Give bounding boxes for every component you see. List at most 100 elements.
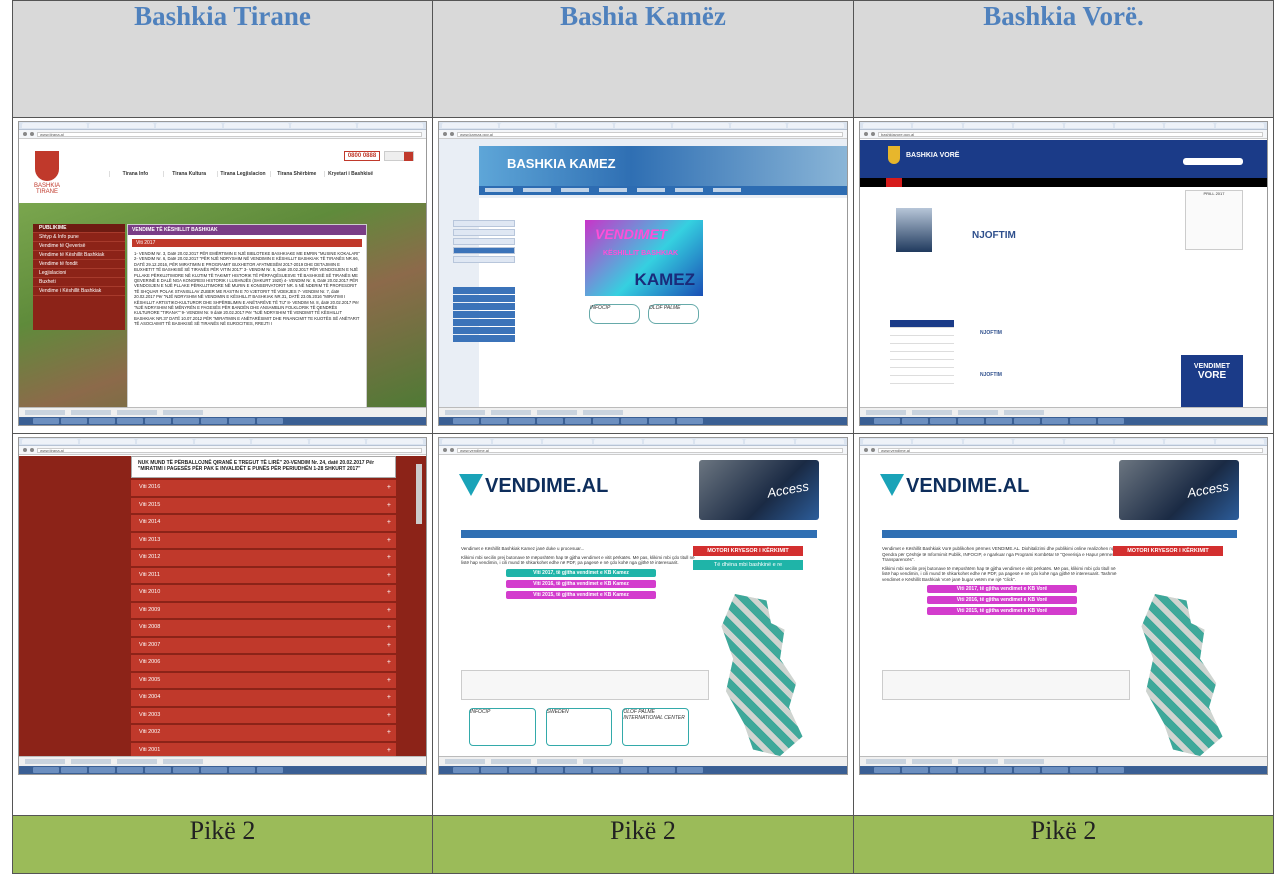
year-row[interactable]: Viti 2010 [131,585,396,603]
downloads-bar [439,407,847,417]
screenshot-vore-vendime: www.vendime.al VENDIME.AL Access Vendime… [859,437,1268,775]
info-note [882,670,1130,700]
cell-vore-vendime: www.vendime.al VENDIME.AL Access Vendime… [853,433,1274,816]
year-row[interactable]: Viti 2014 [131,515,396,533]
site-nav [479,186,847,195]
cell-kamez-vendime: www.vendime.al VENDIME.AL Access Vendime… [432,433,854,816]
year-button[interactable]: Viti 2015, të gjitha vendimet e KB Kamez [506,590,656,599]
downloads-bar [19,407,426,417]
intro-text: Vendimet e Këshillit Bashkiak Kamez janë… [461,546,701,602]
browser-tabs [19,122,426,130]
header-kamez: Bashia Kamëz [560,1,726,32]
address-bar: www.tirana.al [19,130,426,139]
albania-map [721,594,803,756]
cell-kamez-top: www.kamza.gov.al BASHKIA KAMEZ VENDIMET … [432,117,854,434]
olof-palme-logo: OLOF PALME INTERNATIONAL CENTER [622,708,690,746]
site-nav [882,530,1237,538]
search-box [384,151,414,161]
year-row[interactable]: Viti 2015 [131,497,396,515]
site-header: BASHKIA TIRANE 0800 0888 Tirana Info Tir… [19,139,426,202]
vore-emblem-icon [888,146,900,164]
address-bar: bashkiavore.gov.al [860,130,1267,139]
year-button[interactable]: Viti 2017, të gjitha vendimet e KB Vorë [927,585,1077,593]
site-banner: BASHKIA KAMEZ [479,146,847,186]
comparison-table: Bashkia Tirane Bashia Kamëz Bashkia Vorë… [12,0,1274,874]
vendimet-banner: VENDIMET VORE [1181,355,1243,415]
olof-palme-logo: OLOF PALME [648,304,699,324]
browser-tabs [860,122,1267,130]
year-button[interactable]: Viti 2016, të gjitha vendimet e KB Vorë [927,596,1077,604]
browser-tabs [860,438,1267,446]
intro-text: Vendimet e Këshillit Bashkiak Vorë publi… [882,546,1122,618]
year-button[interactable]: Viti 2016, të gjitha vendimet e KB Kamez [506,579,656,588]
screenshot-kamez-vendime: www.vendime.al VENDIME.AL Access Vendime… [438,437,848,775]
year-row[interactable]: Viti 2009 [131,602,396,620]
header-cell-kamez: Bashia Kamëz [432,0,854,118]
search-engine-button[interactable]: MOTORI KRYESOR I KËRKIMIT [1113,546,1223,556]
menu-item: Tirana Kultura [162,171,215,177]
calendar-widget: PRILL 2017 [1185,190,1243,250]
partner-logos: INFOCIP OLOF PALME [589,304,699,324]
intro-line: Vendimet e Këshillit Bashkiak Vorë publi… [882,546,1117,562]
menu-item: Tirana Info [109,171,161,177]
page-body: NUK MUND TË PËRBALLOJNË QIRANË E TREGUT … [19,456,426,760]
year-row[interactable]: Viti 2016 [131,480,396,498]
publications-panel: PUBLIKIME Shtyp & Info pune Vendime të Q… [33,224,125,330]
cell-tirane-top: www.tirana.al BASHKIA TIRANE 0800 0888 T… [12,117,433,434]
njoftim-small: NJOFTIM [980,372,1002,378]
header-vore: Bashkia Vorë. [983,1,1144,32]
browser-tabs [439,438,847,446]
site-logo-text: BASHKIA TIRANE [33,183,60,195]
publications-item: Shtyp & Info pune [33,233,125,242]
windows-taskbar [439,417,847,425]
year-row[interactable]: Viti 2004 [131,690,396,708]
vendime-logo: VENDIME.AL [880,474,1029,498]
main-menu: Tirana Info Tirana Kultura Tirana Legjis… [109,171,376,177]
browser-tabs [439,122,847,130]
browser-tabs [19,438,426,446]
downloads-bar [860,407,1267,417]
year-row[interactable]: Viti 2002 [131,725,396,743]
menu-item: Kryetari i Bashkisë [324,171,376,177]
years-accordion: Viti 2016 Viti 2015 Viti 2014 Viti 2013 … [131,480,396,760]
address-bar: www.kamza.gov.al [439,130,847,139]
intro-paragraph: Klikimi mbi secilin prej butonave të mëp… [882,565,1117,582]
year-row[interactable]: Viti 2003 [131,707,396,725]
keyboard-banner: Access [1119,460,1239,520]
score-cell-tirane: Pikë 2 [12,815,433,874]
address-bar: www.vendime.al [439,446,847,455]
njoftim-heading: NJOFTIM [972,230,1016,241]
publications-item: Legjislacioni [33,269,125,278]
site-nav [461,530,817,538]
mayor-photo [896,208,932,252]
search-engine-button[interactable]: MOTORI KRYESOR I KËRKIMIT [693,546,803,556]
windows-taskbar [860,766,1267,774]
calendar-month: PRILL 2017 [1203,191,1225,196]
albania-map [1141,594,1223,756]
screenshot-kamez-home: www.kamza.gov.al BASHKIA KAMEZ VENDIMET … [438,121,848,426]
sweden-logo: SWEDEN [545,708,613,746]
infocip-logo: INFOCIP [469,708,536,746]
year-row[interactable]: Viti 2013 [131,532,396,550]
decisions-panel: VENDIME TË KËSHILLIT BASHKIAK Viti 2017 … [127,224,367,412]
hotline-badge: 0800 0888 [344,151,380,161]
year-row[interactable]: Viti 2008 [131,620,396,638]
sidebar-list [890,320,954,384]
year-button[interactable]: Viti 2017, të gjitha vendimet e KB Kamez [506,568,656,577]
downloads-bar [439,756,847,766]
publications-item: Vendime i Këshillit Bashkiak [33,287,125,296]
year-row[interactable]: Viti 2005 [131,672,396,690]
decisions-text: 1- VENDIM Nr. 3, Datë 20.02.2017 PËR EMË… [134,251,360,327]
year-row[interactable]: Viti 2012 [131,550,396,568]
year-row[interactable]: Viti 2011 [131,567,396,585]
year-row[interactable]: Viti 2006 [131,655,396,673]
vendimet-word: VENDIMET [595,226,668,242]
cell-vore-top: bashkiavore.gov.al BASHKIA VORË NJOFTIM … [853,117,1274,434]
sidebar-links [453,220,515,265]
year-row[interactable]: Viti 2007 [131,637,396,655]
screenshot-tirane-years: www.tirana.al NUK MUND TË PËRBALLOJNË QI… [18,437,427,775]
year-button[interactable]: Viti 2015, të gjitha vendimet e KB Vorë [927,607,1077,615]
new-municipality-button[interactable]: Të dhëna mbi bashkinë e re [693,560,803,570]
infocip-logo: INFOCIP [589,304,640,324]
keyboard-banner: Access [699,460,819,520]
